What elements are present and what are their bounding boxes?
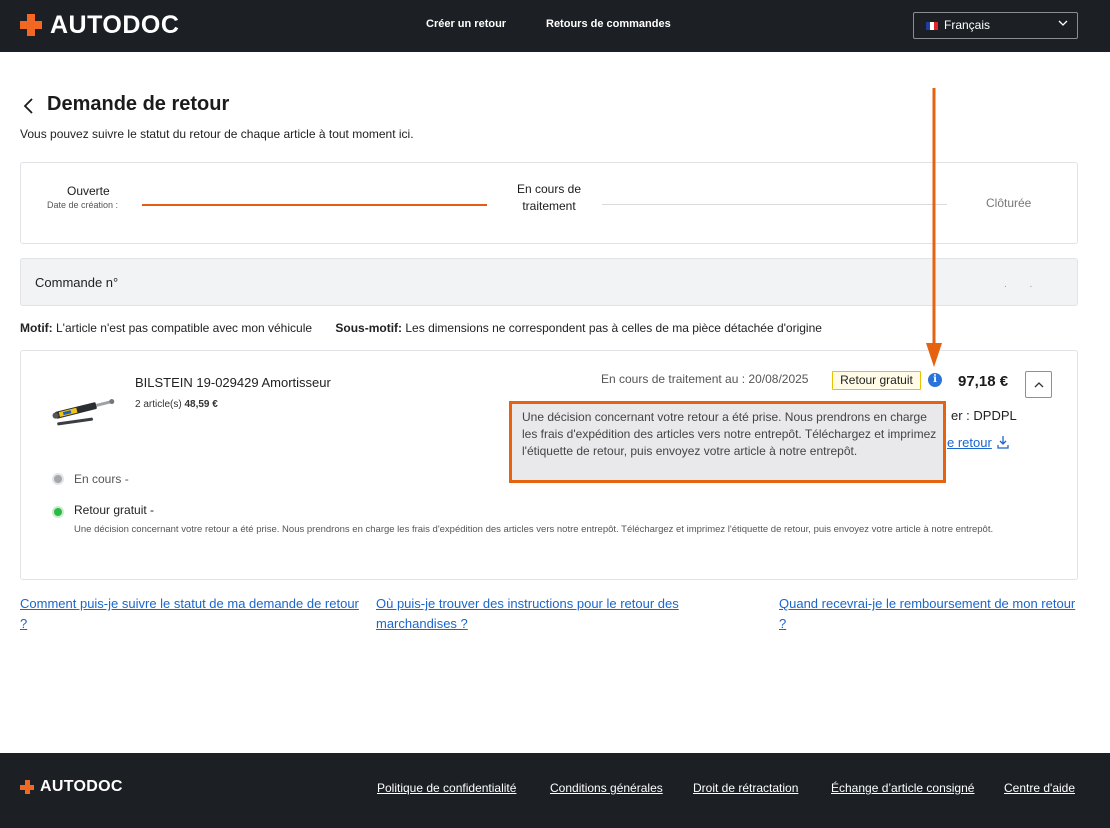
- order-number-bar: Commande n° . .: [20, 258, 1078, 306]
- help-link-refund-timing[interactable]: Quand recevrai-je le remboursement de mo…: [779, 594, 1079, 634]
- page-subtitle: Vous pouvez suivre le statut du retour d…: [20, 127, 414, 141]
- progress-line-completed: [142, 204, 487, 206]
- step-open-label: Ouverte: [67, 184, 110, 198]
- motif-value: L'article n'est pas compatible avec mon …: [52, 321, 313, 335]
- logo-cross-icon: [20, 780, 34, 794]
- progress-line-pending: [602, 204, 947, 205]
- download-return-label-link[interactable]: e retour: [947, 435, 1010, 450]
- timeline-dot-pending: [52, 473, 64, 485]
- motif-label: Motif:: [20, 321, 53, 335]
- logo-cross-icon: [20, 14, 42, 36]
- info-icon[interactable]: i: [928, 373, 942, 387]
- autodoc-logo[interactable]: AUTODOC: [20, 12, 179, 38]
- tooltip-text: Une décision concernant votre retour a é…: [522, 410, 937, 458]
- language-label: Français: [944, 18, 991, 32]
- footer-logo-text: AUTODOC: [40, 778, 123, 795]
- page-title: Demande de retour: [47, 93, 230, 115]
- nav-create-return[interactable]: Créer un retour: [426, 18, 506, 30]
- product-unit-price: 48,59 €: [184, 399, 218, 410]
- return-label-text: e retour: [947, 435, 992, 450]
- footer-link-terms[interactable]: Conditions générales: [550, 781, 663, 795]
- return-reasons: Motif: L'article n'est pas compatible av…: [20, 321, 822, 335]
- order-number-label: Commande n°: [35, 275, 119, 290]
- nav-order-returns[interactable]: Retours de commandes: [546, 18, 671, 30]
- sub-motif-value: Les dimensions ne correspondent pas à ce…: [402, 321, 822, 335]
- timeline-description: Une décision concernant votre retour a é…: [74, 524, 994, 535]
- footer-link-help-center[interactable]: Centre d'aide: [1004, 781, 1075, 795]
- order-masked-value: . .: [1004, 279, 1043, 290]
- carrier-info: er : DPDPL: [951, 408, 1017, 423]
- site-footer: AUTODOC Politique de confidentialité Con…: [0, 753, 1110, 828]
- sub-motif-label: Sous-motif:: [335, 321, 403, 335]
- timeline-label-in-progress: En cours -: [74, 472, 129, 486]
- shock-absorber-product-image: [52, 399, 115, 426]
- product-quantity: 2 article(s) 48,59 €: [135, 399, 218, 410]
- logo-text: AUTODOC: [50, 11, 180, 39]
- download-icon: [997, 436, 1009, 449]
- return-progress-tracker: Ouverte Date de création : En cours de t…: [20, 162, 1078, 244]
- footer-link-privacy[interactable]: Politique de confidentialité: [377, 781, 516, 795]
- chevron-left-icon[interactable]: [22, 97, 36, 115]
- item-status-date: En cours de traitement au : 20/08/2025: [601, 372, 809, 386]
- footer-autodoc-logo[interactable]: AUTODOC: [20, 778, 123, 796]
- step-processing-label: En cours de traitement: [516, 182, 582, 213]
- timeline-label-free-return: Retour gratuit -: [74, 503, 155, 517]
- site-header: AUTODOC Créer un retour Retours de comma…: [0, 0, 1110, 52]
- chevron-up-icon: [1034, 382, 1044, 388]
- chevron-down-icon: [1058, 20, 1068, 26]
- info-tooltip: Une décision concernant votre retour a é…: [509, 401, 946, 483]
- product-name: BILSTEIN 19-029429 Amortisseur: [135, 375, 331, 390]
- step-closed-label: Clôturée: [986, 196, 1032, 210]
- item-total-price: 97,18 €: [958, 373, 1009, 390]
- product-qty-text: 2 article(s): [135, 399, 182, 410]
- language-select[interactable]: Français: [913, 12, 1078, 39]
- step-open-date: Date de création :: [47, 200, 119, 210]
- annotation-arrow-icon: [926, 88, 942, 367]
- help-link-return-instructions[interactable]: Où puis-je trouver des instructions pour…: [376, 594, 721, 634]
- footer-link-deposit-exchange[interactable]: Échange d’article consigné: [831, 781, 974, 795]
- france-flag-icon: [926, 22, 938, 30]
- free-return-badge: Retour gratuit: [832, 371, 921, 390]
- timeline-dot-success: [52, 506, 64, 518]
- help-link-track-status[interactable]: Comment puis-je suivre le statut de ma d…: [20, 594, 360, 634]
- footer-link-withdrawal[interactable]: Droit de rétractation: [693, 781, 798, 795]
- collapse-item-button[interactable]: [1025, 371, 1052, 398]
